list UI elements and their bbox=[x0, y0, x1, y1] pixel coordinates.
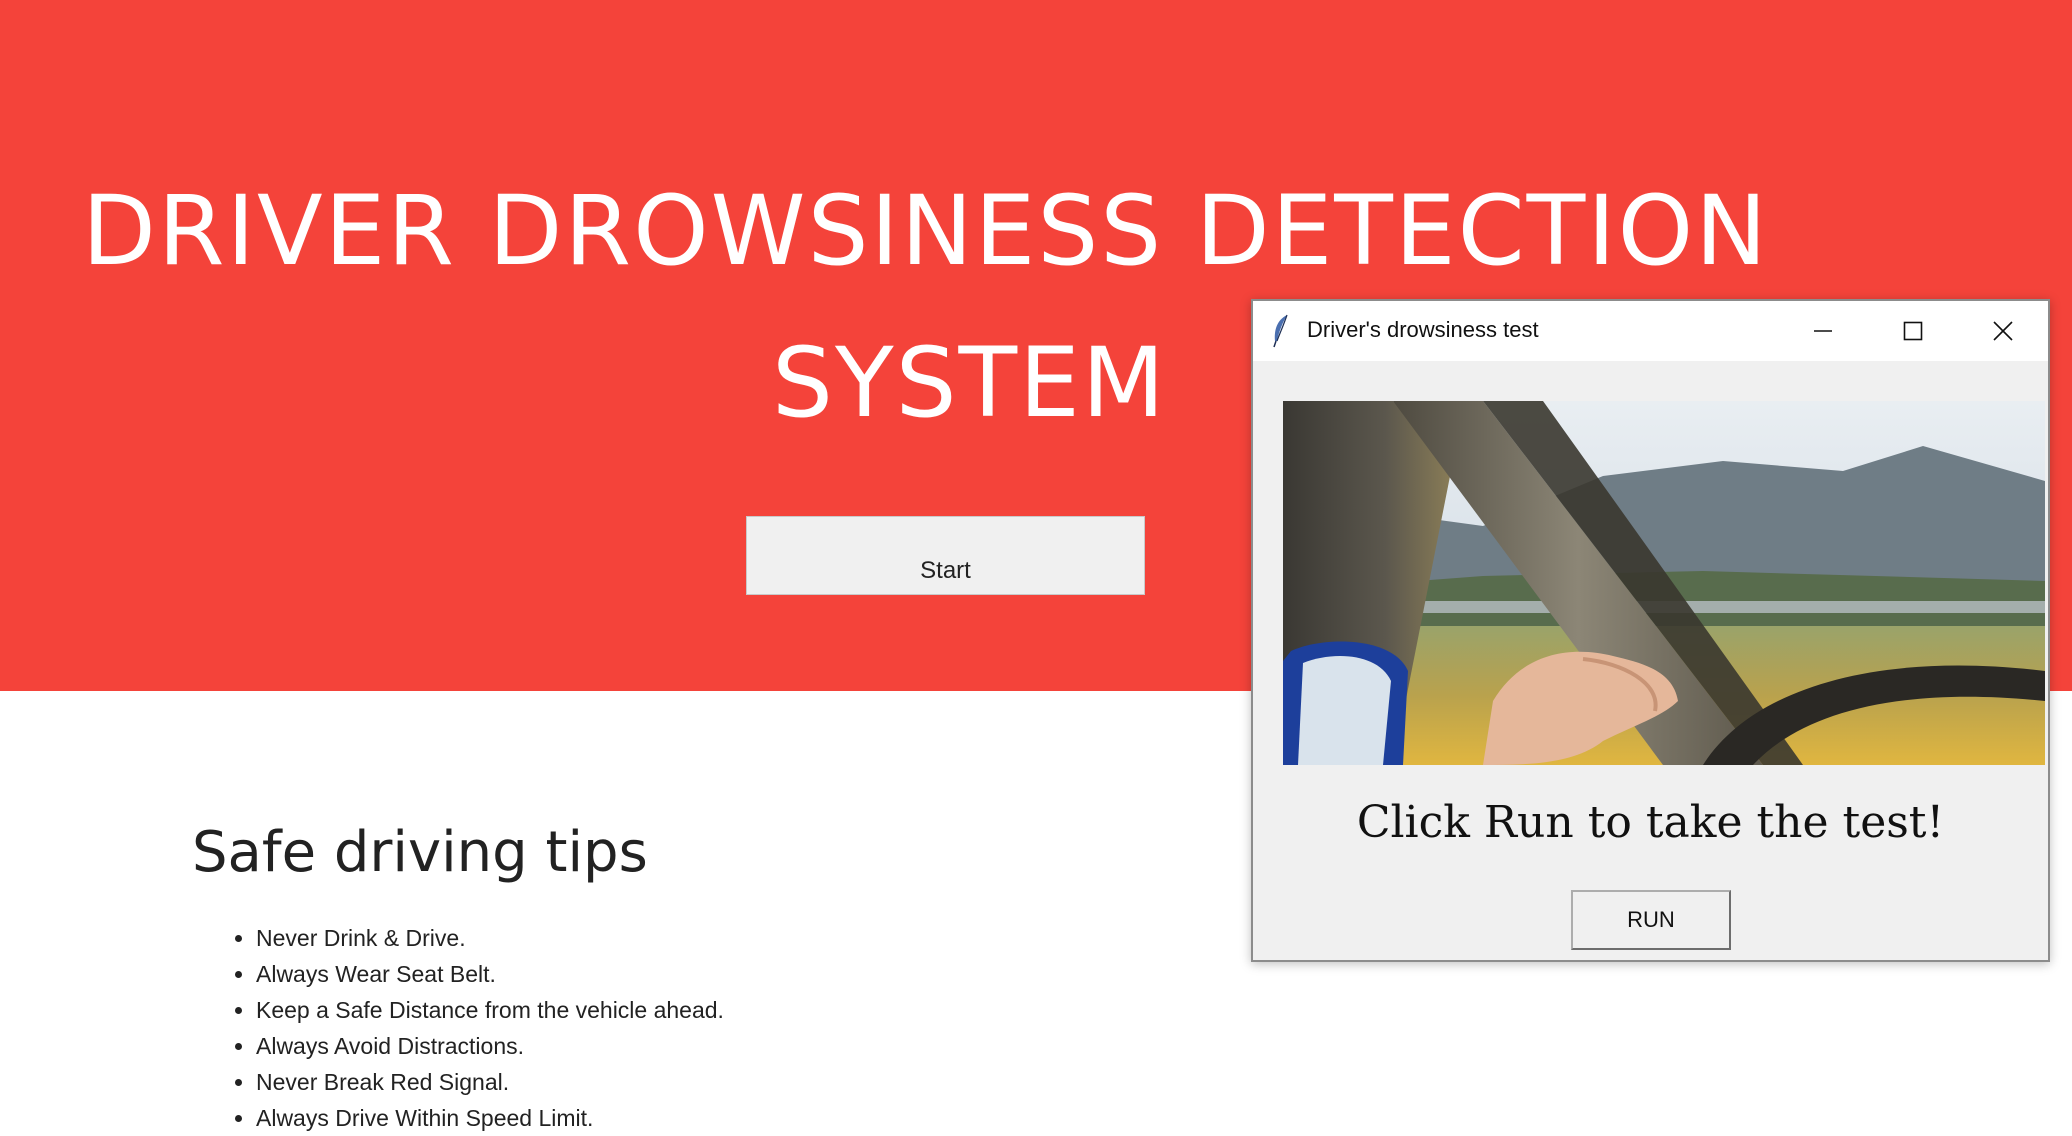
window-title: Driver's drowsiness test bbox=[1307, 317, 1539, 342]
list-item: Never Drink & Drive. bbox=[256, 920, 724, 956]
list-item: Never Break Red Signal. bbox=[256, 1064, 724, 1100]
feather-icon bbox=[1273, 314, 1288, 348]
minimize-button[interactable] bbox=[1778, 301, 1868, 361]
page-title-line2: SYSTEM bbox=[772, 327, 1167, 439]
start-button[interactable]: Start bbox=[746, 516, 1145, 595]
list-item: Always Avoid Distractions. bbox=[256, 1028, 724, 1064]
minimize-icon bbox=[1814, 330, 1832, 332]
page-title-line1: DRIVER DROWSINESS DETECTION bbox=[82, 175, 1769, 287]
driver-steering-photo bbox=[1283, 401, 2045, 765]
tips-list: Never Drink & Drive. Always Wear Seat Be… bbox=[192, 920, 724, 1136]
run-button[interactable]: RUN bbox=[1571, 890, 1731, 950]
list-item: Keep a Safe Distance from the vehicle ah… bbox=[256, 992, 724, 1028]
close-button[interactable] bbox=[1958, 301, 2048, 361]
drowsiness-test-window[interactable]: Driver's drowsiness test Click Run to ta… bbox=[1251, 299, 2050, 962]
close-icon bbox=[1993, 321, 2013, 341]
list-item: Always Wear Seat Belt. bbox=[256, 956, 724, 992]
maximize-button[interactable] bbox=[1868, 301, 1958, 361]
list-item: Always Drive Within Speed Limit. bbox=[256, 1100, 724, 1136]
tips-heading: Safe driving tips bbox=[192, 820, 648, 885]
window-titlebar[interactable]: Driver's drowsiness test bbox=[1253, 301, 2048, 361]
maximize-icon bbox=[1903, 321, 1923, 341]
test-prompt: Click Run to take the test! bbox=[1356, 797, 1945, 848]
